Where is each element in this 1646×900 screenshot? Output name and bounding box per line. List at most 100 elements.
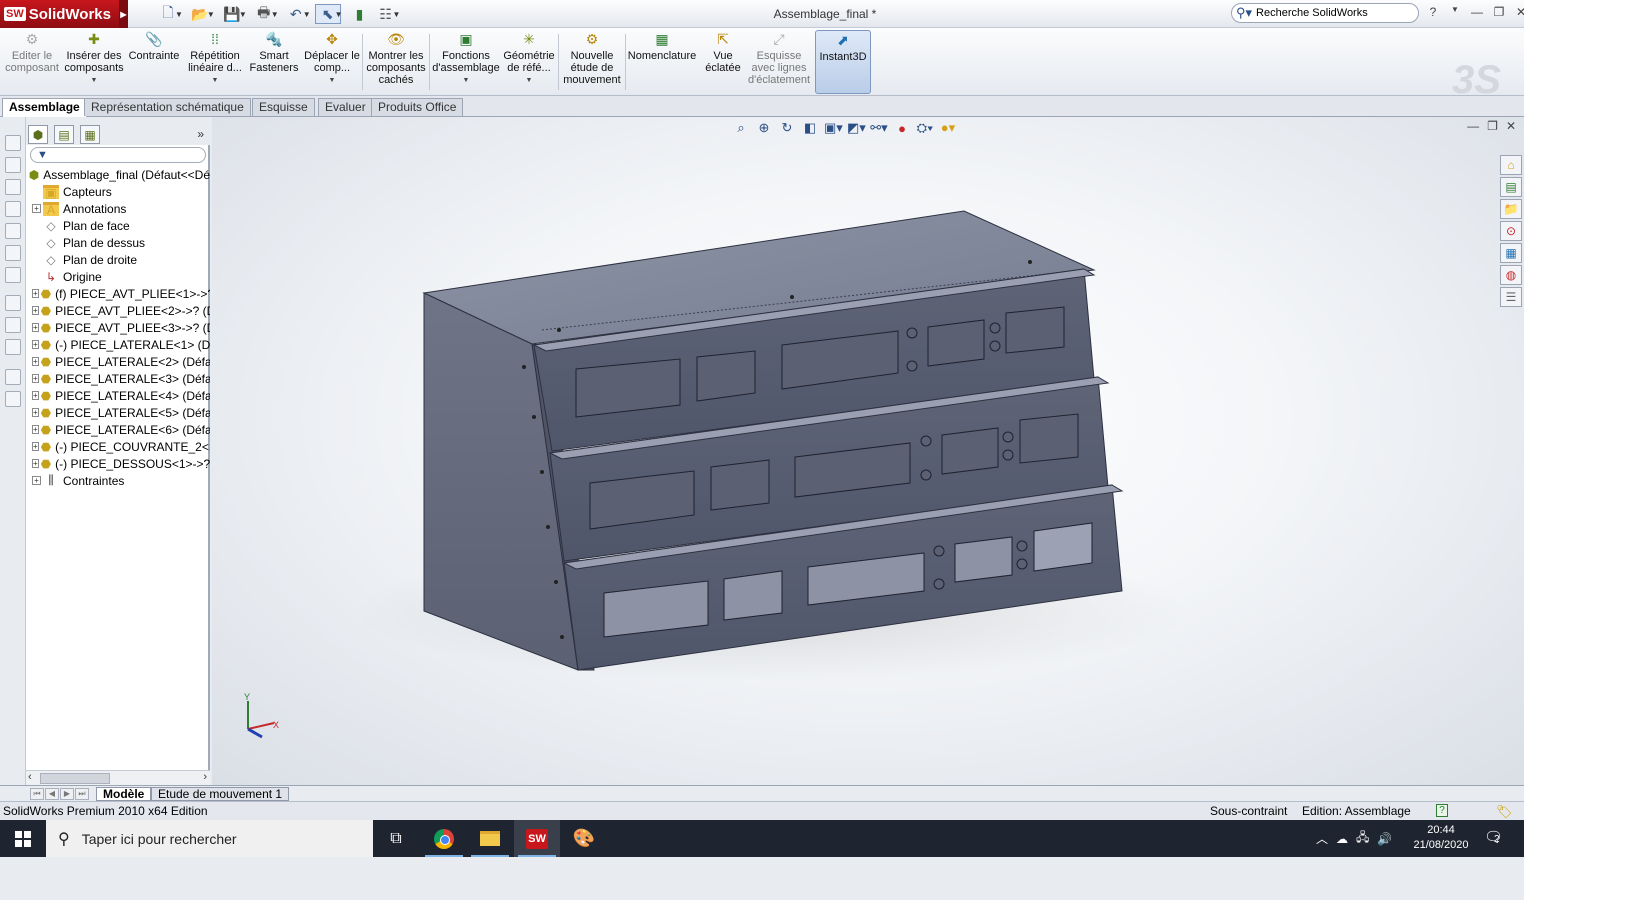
expand-icon[interactable]: + xyxy=(32,425,39,434)
scroll-right-icon[interactable]: › xyxy=(203,771,207,783)
section-view-icon[interactable]: ◧ xyxy=(801,120,819,136)
new-dropdown-icon[interactable]: ▼ xyxy=(175,10,183,19)
expand-icon[interactable]: + xyxy=(32,306,39,315)
view-tool-icon[interactable] xyxy=(5,223,21,239)
expand-icon[interactable]: + xyxy=(32,442,39,451)
paint-taskbar-button[interactable]: 🎨 xyxy=(561,820,607,857)
expand-icon[interactable]: + xyxy=(32,289,39,298)
first-tab-icon[interactable]: ⏮ xyxy=(30,788,44,800)
tree-item[interactable]: + ⬣ (-) PIECE_DESSOUS<1>->? ( xyxy=(26,455,210,472)
prev-tab-icon[interactable]: ◀ xyxy=(45,788,59,800)
taskbar-search-input[interactable]: Taper ici pour rechercher xyxy=(82,831,237,847)
property-manager-icon[interactable]: ▤ xyxy=(54,125,74,144)
sketch-tool-icon[interactable] xyxy=(5,295,21,311)
undo-dropdown-icon[interactable]: ▼ xyxy=(303,10,311,19)
scroll-left-icon[interactable]: ‹ xyxy=(28,771,32,783)
expand-icon[interactable]: + xyxy=(32,374,39,383)
restore-icon[interactable]: ❐ xyxy=(1491,5,1507,19)
expand-panel-icon[interactable]: » xyxy=(197,127,204,141)
clock[interactable]: 20:44 21/08/2020 xyxy=(1408,823,1474,853)
search-input[interactable]: Recherche SolidWorks xyxy=(1256,7,1368,19)
solidworks-resources-icon[interactable]: ⌂ xyxy=(1500,155,1522,175)
featuremanager-tree-icon[interactable]: ⬢ xyxy=(28,125,48,144)
custom-properties-icon[interactable]: ☰ xyxy=(1500,287,1522,307)
layer-tool-icon[interactable] xyxy=(5,369,21,385)
instant3d-button[interactable]: ⬈ Instant3D xyxy=(815,30,871,94)
close-icon[interactable]: ✕ xyxy=(1513,5,1524,19)
show-hidden-components-button[interactable]: 👁 Montrer les composants cachés xyxy=(365,30,427,94)
tab-evaluer[interactable]: Evaluer xyxy=(318,98,373,116)
viewport-close-icon[interactable]: ✕ xyxy=(1506,119,1516,133)
tab-modele[interactable]: Modèle xyxy=(96,787,152,801)
tree-horizontal-scrollbar[interactable]: ‹ › xyxy=(26,770,210,785)
sketch-tool-icon[interactable] xyxy=(5,339,21,355)
tree-item[interactable]: + ⬣ PIECE_AVT_PLIEE<3>->? (Dé xyxy=(26,319,210,336)
tree-item[interactable]: ↳ Origine xyxy=(26,268,210,285)
save-dropdown-icon[interactable]: ▼ xyxy=(239,10,247,19)
sketch-tool-icon[interactable] xyxy=(5,317,21,333)
reference-geometry-button[interactable]: ✳ Géométrie de réfé... ▼ xyxy=(502,30,556,94)
mate-button[interactable]: 📎 Contrainte xyxy=(128,30,180,94)
show-hidden-icons-icon[interactable]: ︿ xyxy=(1316,830,1328,847)
search-icon[interactable]: ⚲▾ xyxy=(1236,5,1252,21)
tree-item[interactable]: + ⬣ PIECE_LATERALE<6> (Défau xyxy=(26,421,210,438)
explode-line-sketch-button[interactable]: ⤢ Esquisse avec lignes d'éclatement xyxy=(748,30,810,94)
expand-icon[interactable]: + xyxy=(32,476,41,485)
linear-pattern-dropdown-icon[interactable]: ▼ xyxy=(212,75,219,87)
expand-icon[interactable]: + xyxy=(32,408,39,417)
volume-icon[interactable]: 🔊 xyxy=(1377,832,1392,846)
next-tab-icon[interactable]: ▶ xyxy=(60,788,74,800)
assembly-3d-model[interactable]: Y X xyxy=(212,117,1524,785)
tag-icon[interactable]: 🏷 xyxy=(1496,803,1513,821)
move-component-dropdown-icon[interactable]: ▼ xyxy=(329,75,336,87)
insert-components-dropdown-icon[interactable]: ▼ xyxy=(91,75,98,87)
tab-esquisse[interactable]: Esquisse xyxy=(252,98,315,116)
previous-view-icon[interactable]: ↻ xyxy=(778,120,796,136)
minimize-icon[interactable]: — xyxy=(1469,5,1485,19)
new-motion-study-button[interactable]: ⚙ Nouvelle étude de mouvement xyxy=(561,30,623,94)
tree-root-assembly[interactable]: ⬢ Assemblage_final (Défaut<<Dé xyxy=(26,166,210,183)
appearances-icon[interactable]: ◍ xyxy=(1500,265,1522,285)
quick-tips-icon[interactable]: ? xyxy=(1436,804,1448,817)
view-tool-icon[interactable] xyxy=(5,157,21,173)
tab-representation-schematique[interactable]: Représentation schématique xyxy=(84,98,251,116)
tree-item[interactable]: + ⬣ PIECE_LATERALE<5> (Défau xyxy=(26,404,210,421)
print-dropdown-icon[interactable]: ▼ xyxy=(271,10,279,19)
hide-show-items-icon[interactable]: ⚯▾ xyxy=(870,120,888,136)
edit-component-button[interactable]: ⚙ Editer le composant xyxy=(4,30,60,94)
tree-item[interactable]: + ⬣ PIECE_AVT_PLIEE<2>->? (Dé xyxy=(26,302,210,319)
network-icon[interactable]: 🖧 xyxy=(1356,828,1369,849)
tab-assemblage[interactable]: Assemblage xyxy=(2,98,87,117)
solidworks-menu-button[interactable]: SW SolidWorks ▶ xyxy=(0,0,128,28)
tree-item[interactable]: + ⫼ Contraintes xyxy=(26,472,210,489)
tab-produits-office[interactable]: Produits Office xyxy=(371,98,464,116)
edit-appearance-icon[interactable]: ● xyxy=(893,121,911,136)
apply-scene-icon[interactable]: ⛭▾ xyxy=(916,120,934,136)
move-component-button[interactable]: ✥ Déplacer le comp... ▼ xyxy=(304,30,360,94)
tree-filter-icon[interactable]: ▼ xyxy=(30,147,206,163)
tree-item[interactable]: ◇ Plan de dessus xyxy=(26,234,210,251)
insert-components-button[interactable]: ✚ Insérer des composants ▼ xyxy=(62,30,126,94)
chrome-taskbar-button[interactable] xyxy=(421,820,467,857)
tree-item[interactable]: + A Annotations xyxy=(26,200,210,217)
taskbar-search[interactable]: ⚲ Taper ici pour rechercher xyxy=(46,820,373,857)
view-tool-icon[interactable] xyxy=(5,267,21,283)
rebuild-icon[interactable]: ▮ xyxy=(347,4,373,24)
tree-item[interactable]: + ⬣ (-) PIECE_COUVRANTE_2<1> xyxy=(26,438,210,455)
viewport-restore-icon[interactable]: ❐ xyxy=(1487,119,1498,133)
tree-item[interactable]: + ⬣ PIECE_LATERALE<2> (Défau xyxy=(26,353,210,370)
expand-icon[interactable]: + xyxy=(32,459,39,468)
exploded-view-button[interactable]: ⇱ Vue éclatée xyxy=(700,30,746,94)
view-orientation-icon[interactable]: ▣▾ xyxy=(824,120,843,136)
view-tool-icon[interactable] xyxy=(5,245,21,261)
zoom-to-area-icon[interactable]: ⊕ xyxy=(755,120,773,136)
design-library-icon[interactable]: ▤ xyxy=(1500,177,1522,197)
view-tool-icon[interactable] xyxy=(5,135,21,151)
tree-item[interactable]: ◇ Plan de face xyxy=(26,217,210,234)
assembly-features-dropdown-icon[interactable]: ▼ xyxy=(463,75,470,87)
help-dropdown-icon[interactable]: ▼ xyxy=(1447,5,1463,19)
action-center-button[interactable]: 🗨 2 xyxy=(1484,828,1503,846)
reference-geometry-dropdown-icon[interactable]: ▼ xyxy=(526,75,533,87)
file-explorer-icon[interactable]: 📁 xyxy=(1500,199,1522,219)
assembly-features-button[interactable]: ▣ Fonctions d'assemblage ▼ xyxy=(432,30,500,94)
